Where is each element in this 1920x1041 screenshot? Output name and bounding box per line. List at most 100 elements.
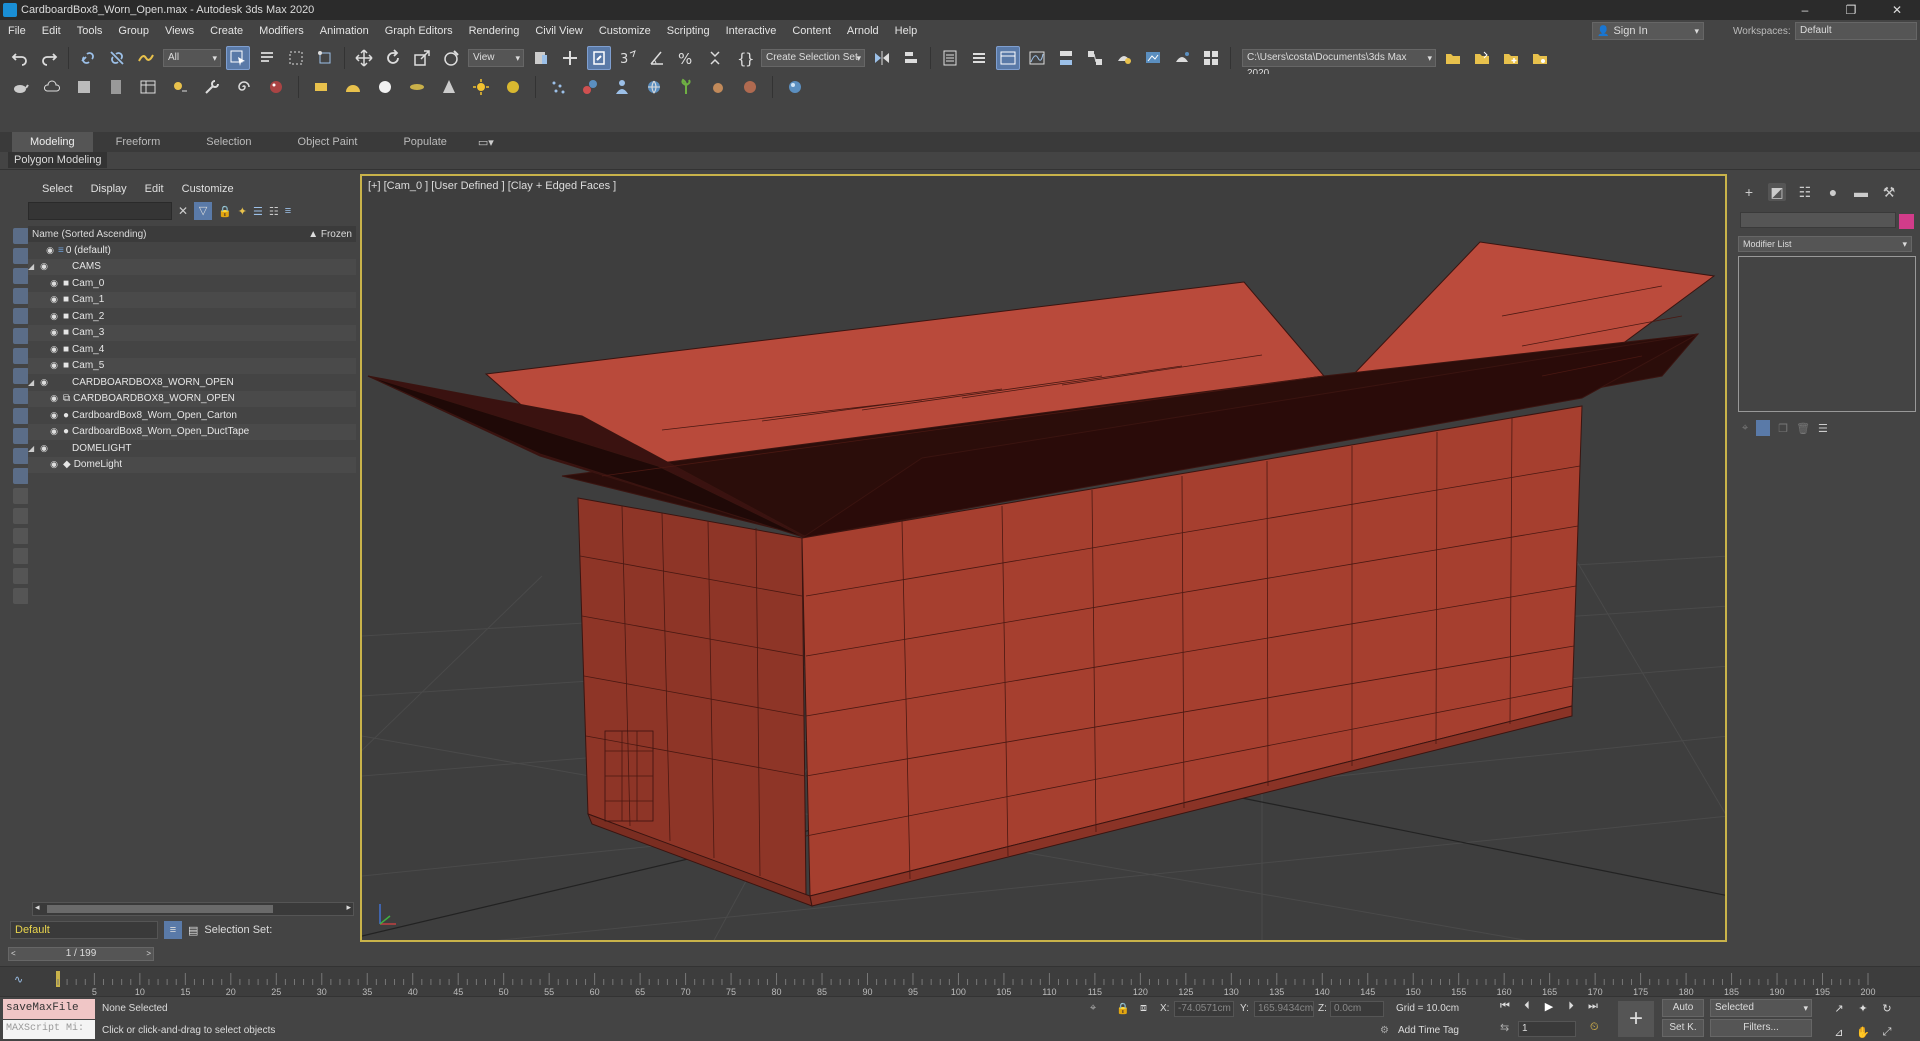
wrench-tool-icon[interactable]	[200, 75, 224, 99]
edit-named-selection-icon[interactable]: {}	[732, 46, 756, 70]
menu-civil-view[interactable]: Civil View	[527, 25, 590, 37]
time-slider[interactable]: < 1 / 199 >	[8, 947, 154, 961]
menu-file[interactable]: File	[0, 25, 34, 37]
menu-animation[interactable]: Animation	[312, 25, 377, 37]
hair-icon[interactable]	[706, 75, 730, 99]
visibility-eye-icon[interactable]: ◉	[48, 294, 60, 305]
spot-light-icon[interactable]	[437, 75, 461, 99]
selection-set-icon[interactable]: ▤	[188, 924, 198, 937]
tree-row-default-layer[interactable]: ◉ ≡ 0 (default)	[28, 242, 356, 259]
material-sphere-icon[interactable]	[738, 75, 762, 99]
isolate-selection-icon[interactable]: ⌖	[1090, 1002, 1096, 1015]
selection-filter-dropdown[interactable]: All	[163, 49, 221, 67]
filter-selected-icon[interactable]	[13, 568, 29, 584]
rotate-icon[interactable]	[381, 46, 405, 70]
scrollbar-thumb[interactable]	[47, 905, 273, 913]
palette-icon[interactable]	[264, 75, 288, 99]
menu-edit[interactable]: Edit	[34, 25, 69, 37]
particle-icon[interactable]	[546, 75, 570, 99]
visibility-eye-icon[interactable]: ◉	[38, 261, 50, 272]
viewport[interactable]: [+] [Cam_0 ] [User Defined ] [Clay + Edg…	[360, 174, 1727, 942]
tree-row-cam-4[interactable]: ◉ ■ Cam_4	[28, 341, 356, 358]
display-lights-icon[interactable]	[13, 288, 29, 304]
layer-explorer-icon[interactable]: ≡	[164, 921, 182, 939]
project-settings-icon[interactable]	[1528, 46, 1552, 70]
tab-freeform[interactable]: Freeform	[93, 136, 184, 148]
hierarchy-icon[interactable]: ☷	[269, 205, 279, 218]
menu-tools[interactable]: Tools	[69, 25, 111, 37]
current-layer-dropdown[interactable]: Default	[10, 921, 158, 939]
tree-row-domelight-layer[interactable]: ◢ ◉ DOMELIGHT	[28, 440, 356, 457]
visibility-eye-icon[interactable]: ◉	[48, 344, 60, 355]
angle-snap-icon[interactable]	[645, 46, 669, 70]
display-containers-icon[interactable]	[13, 428, 29, 444]
rect-selection-region-icon[interactable]	[284, 46, 308, 70]
tree-row-cam-0[interactable]: ◉ ■ Cam_0	[28, 275, 356, 292]
display-spacewarps-icon[interactable]	[13, 348, 29, 364]
visibility-eye-icon[interactable]: ◉	[48, 410, 60, 421]
tree-row-cams-layer[interactable]: ◢ ◉ CAMS	[28, 258, 356, 275]
previous-frame-icon[interactable]: ⏴	[1518, 997, 1536, 1015]
window-crossing-icon[interactable]	[313, 46, 337, 70]
bind-space-warp-icon[interactable]	[134, 46, 158, 70]
toggle-scene-explorer-icon[interactable]	[938, 46, 962, 70]
project-folder-dropdown[interactable]: C:\Users\costa\Documents\3ds Max 2020	[1242, 49, 1436, 79]
display-hidden-icon[interactable]	[13, 468, 29, 484]
person-icon[interactable]	[610, 75, 634, 99]
display-children-icon[interactable]	[13, 508, 29, 524]
restore-icon[interactable]: ❐	[1828, 0, 1874, 20]
polygon-modeling-label[interactable]: Polygon Modeling	[8, 152, 108, 168]
workspace-dropdown[interactable]: Default	[1795, 22, 1917, 40]
display-helpers-icon[interactable]	[13, 328, 29, 344]
arnold-render-icon[interactable]	[783, 75, 807, 99]
absolute-mode-icon[interactable]: ⧈	[1140, 1002, 1147, 1015]
track-bar[interactable]: ∿ 5 10 15 20 25 30 35 40 45 50 55 60 65 70 75 80 85 90 95 1…	[0, 966, 1920, 997]
display-xrefs-icon[interactable]	[13, 388, 29, 404]
scene-horizontal-scrollbar[interactable]: ◂ ▸	[32, 902, 354, 916]
align-icon[interactable]	[899, 46, 923, 70]
select-by-name-icon[interactable]	[255, 46, 279, 70]
render-setup-icon[interactable]	[1112, 46, 1136, 70]
grid-table-icon[interactable]	[136, 75, 160, 99]
go-to-start-icon[interactable]: ⏮	[1496, 997, 1514, 1015]
material-editor-icon[interactable]	[1083, 46, 1107, 70]
play-icon[interactable]: ▶	[1540, 997, 1558, 1015]
auto-key-button[interactable]: Auto	[1662, 999, 1704, 1017]
tree-row-cam-5[interactable]: ◉ ■ Cam_5	[28, 357, 356, 374]
scale-icon[interactable]	[410, 46, 434, 70]
project-folder-icon[interactable]	[1441, 46, 1465, 70]
create-tab-icon[interactable]: +	[1740, 183, 1758, 201]
plane-icon[interactable]	[309, 75, 333, 99]
visibility-eye-icon[interactable]: ◉	[48, 327, 60, 338]
utilities-tab-icon[interactable]: ⚒	[1880, 183, 1898, 201]
tree-row-domelight[interactable]: ◉ ◆ DomeLight	[28, 456, 356, 473]
spiral-icon[interactable]	[232, 75, 256, 99]
column-name-header[interactable]: Name (Sorted Ascending)	[32, 229, 147, 240]
foliage-icon[interactable]	[674, 75, 698, 99]
tree-row-cam-2[interactable]: ◉ ■ Cam_2	[28, 308, 356, 325]
pin-stack-icon[interactable]: ⌖	[1742, 422, 1748, 435]
snaps-toggle-icon[interactable]: 3	[616, 46, 640, 70]
display-all-icon[interactable]	[13, 488, 29, 504]
scene-menu-customize[interactable]: Customize	[182, 183, 234, 195]
image-viewer-icon[interactable]	[72, 75, 96, 99]
menu-views[interactable]: Views	[157, 25, 202, 37]
motion-tab-icon[interactable]: ●	[1824, 183, 1842, 201]
display-bones-icon[interactable]	[13, 408, 29, 424]
tree-row-cam-3[interactable]: ◉ ■ Cam_3	[28, 324, 356, 341]
lock-icon[interactable]: 🔒	[218, 205, 232, 218]
add-layer-icon[interactable]: ✦	[238, 205, 247, 218]
pivot-center-icon[interactable]	[529, 46, 553, 70]
display-shapes-icon[interactable]	[13, 268, 29, 284]
current-frame-field[interactable]: 1	[1518, 1021, 1576, 1037]
menu-content[interactable]: Content	[784, 25, 839, 37]
toggle-layer-explorer-icon[interactable]	[967, 46, 991, 70]
make-unique-icon[interactable]: ❐	[1778, 422, 1788, 435]
select-manipulate-icon[interactable]	[558, 46, 582, 70]
clear-search-icon[interactable]: ✕	[178, 204, 188, 218]
scene-search-input[interactable]	[28, 202, 172, 220]
mirror-icon[interactable]	[870, 46, 894, 70]
visibility-eye-icon[interactable]: ◉	[48, 459, 60, 470]
schematic-view-icon[interactable]	[1054, 46, 1078, 70]
display-groups-icon[interactable]	[13, 368, 29, 384]
